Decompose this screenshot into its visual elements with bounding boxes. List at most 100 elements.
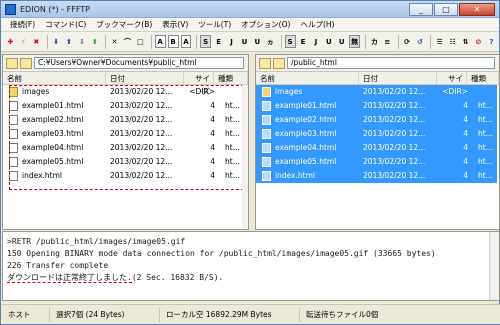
file-date: 2013/02/20 12... — [110, 101, 173, 110]
file-name: example03.html — [22, 129, 84, 138]
binary-mode-icon[interactable]: B — [167, 35, 179, 48]
kana-convert-icon[interactable]: カ — [369, 35, 380, 48]
status-queue: 転送待ちファイル0個 — [306, 309, 379, 319]
sjis-icon[interactable]: S — [200, 35, 212, 48]
file-kind — [471, 85, 478, 99]
sync-icon[interactable]: ⟳ — [402, 35, 413, 48]
file-row[interactable]: index.html 2013/02/20 12... 4 ht... — [3, 169, 248, 183]
col-name[interactable]: 名前 — [3, 71, 106, 85]
close-button[interactable]: ✕ — [459, 2, 495, 16]
refresh-icon[interactable]: ↺ — [415, 35, 426, 48]
file-row[interactable]: index.html 2013/02/20 12... 4 ht... — [256, 169, 497, 183]
title-bar: EDION (*) - FFFTP _ □ ✕ — [1, 1, 499, 18]
file-icon — [9, 129, 18, 139]
file-row[interactable]: example01.html 2013/02/20 12... 4 ht... — [3, 99, 248, 113]
detail-view-icon[interactable]: ☷ — [447, 35, 458, 48]
file-name: example04.html — [275, 143, 337, 152]
remote-no-convert-icon[interactable]: 無 — [349, 35, 361, 48]
col-date[interactable]: 日付 — [359, 71, 437, 85]
help-icon[interactable]: ? — [486, 35, 497, 48]
col-size[interactable]: サイズ — [184, 71, 214, 96]
file-name: index.html — [275, 171, 315, 180]
col-size[interactable]: サイズ — [437, 71, 467, 96]
toolbar-separator — [196, 34, 198, 49]
col-name[interactable]: 名前 — [256, 71, 359, 85]
file-name: example03.html — [275, 129, 337, 138]
stop-icon[interactable]: ⊘ — [473, 35, 484, 48]
auto-mode-icon[interactable]: A — [180, 35, 192, 48]
remote-utf8-icon[interactable]: U — [323, 35, 334, 48]
menu-tools[interactable]: ツール(T) — [193, 19, 236, 30]
sort-icon[interactable]: ⇅ — [460, 35, 471, 48]
file-row[interactable]: images 2013/02/20 12... <DIR> — [3, 85, 248, 99]
jis-icon[interactable]: J — [226, 35, 237, 48]
rename-icon[interactable]: ⌒ — [122, 35, 133, 48]
menu-bookmark[interactable]: ブックマーク(B) — [91, 19, 157, 30]
status-selected: 選択7個 (24 Bytes) — [50, 307, 160, 322]
remote-utf8-bom-icon[interactable]: U — [336, 35, 347, 48]
delete-icon[interactable]: ✕ — [109, 35, 120, 48]
file-row[interactable]: example01.html 2013/02/20 12... 4 ht... — [256, 99, 497, 113]
status-bar: ホスト 選択7個 (24 Bytes) ローカル空 16892.29M Byte… — [2, 304, 500, 324]
file-date: 2013/02/20 12... — [110, 143, 173, 152]
log-scrollbar[interactable] — [489, 232, 499, 300]
file-row[interactable]: example03.html 2013/02/20 12... 4 ht... — [3, 127, 248, 141]
col-date[interactable]: 日付 — [106, 71, 184, 85]
file-icon — [9, 157, 18, 167]
file-size: 4 — [463, 157, 468, 166]
filter-icon[interactable]: ≡ — [382, 35, 393, 48]
file-row[interactable]: example03.html 2013/02/20 12... 4 ht... — [256, 127, 497, 141]
menu-connect[interactable]: 接続(F) — [5, 19, 40, 30]
euc-icon[interactable]: E — [213, 35, 224, 48]
list-view-icon[interactable]: ☰ — [434, 35, 445, 48]
file-row[interactable]: example02.html 2013/02/20 12... 4 ht... — [256, 113, 497, 127]
menu-help[interactable]: ヘルプ(H) — [295, 19, 339, 30]
menu-options[interactable]: オプション(O) — [236, 19, 295, 30]
file-icon — [262, 129, 271, 139]
new-folder-icon[interactable]: □ — [135, 35, 146, 48]
file-row[interactable]: example02.html 2013/02/20 12... 4 ht... — [3, 113, 248, 127]
mirror-icon[interactable]: ⇩ — [76, 35, 87, 48]
connect-icon[interactable]: ✚ — [5, 35, 16, 48]
file-size: 4 — [463, 143, 468, 152]
local-folder-up-icon[interactable] — [6, 57, 18, 69]
local-scrollbar[interactable] — [242, 85, 248, 229]
toolbar-separator — [430, 34, 432, 49]
remote-open-folder-icon[interactable] — [273, 57, 285, 69]
maximize-button[interactable]: □ — [434, 2, 458, 16]
col-kind[interactable]: 種類 — [467, 71, 499, 85]
remote-jis-icon[interactable]: J — [310, 35, 321, 48]
local-open-folder-icon[interactable] — [20, 57, 32, 69]
file-row[interactable]: example05.html 2013/02/20 12... 4 ht... — [256, 155, 497, 169]
col-kind[interactable]: 種類 — [214, 71, 248, 85]
local-path-input[interactable]: C:¥Users¥Owner¥Documents¥public_html — [34, 57, 244, 69]
menu-view[interactable]: 表示(V) — [157, 19, 193, 30]
no-convert-icon[interactable]: ヵ — [265, 35, 276, 48]
file-row[interactable]: images 2013/02/20 12... <DIR> — [256, 85, 497, 99]
remote-path-input[interactable]: /public_html — [287, 57, 495, 69]
file-name: index.html — [22, 171, 62, 180]
file-row[interactable]: example04.html 2013/02/20 12... 4 ht... — [3, 141, 248, 155]
utf8-bom-icon[interactable]: U — [252, 35, 263, 48]
remote-path-bar: /public_html — [256, 55, 499, 72]
file-row[interactable]: example05.html 2013/02/20 12... 4 ht... — [3, 155, 248, 169]
quick-connect-icon[interactable]: ⚡ — [18, 35, 29, 48]
minimize-button[interactable]: _ — [409, 2, 433, 16]
file-size: 4 — [210, 129, 215, 138]
ascii-mode-icon[interactable]: A — [154, 35, 166, 48]
disconnect-icon[interactable]: ✖ — [31, 35, 42, 48]
remote-euc-icon[interactable]: E — [298, 35, 309, 48]
local-path-bar: C:¥Users¥Owner¥Documents¥public_html — [3, 55, 248, 72]
folder-icon — [262, 87, 271, 97]
file-date: 2013/02/20 12... — [363, 129, 426, 138]
up-arrow-icon[interactable]: ⬆ — [89, 35, 100, 48]
remote-folder-up-icon[interactable] — [259, 57, 271, 69]
menu-command[interactable]: コマンド(C) — [40, 19, 91, 30]
file-row[interactable]: example04.html 2013/02/20 12... 4 ht... — [256, 141, 497, 155]
remote-sjis-icon[interactable]: S — [284, 35, 296, 48]
file-kind — [218, 85, 225, 99]
utf8-icon[interactable]: U — [239, 35, 250, 48]
download-icon[interactable]: ⬇ — [51, 35, 62, 48]
file-icon — [262, 101, 271, 111]
upload-icon[interactable]: ⬆ — [64, 35, 75, 48]
